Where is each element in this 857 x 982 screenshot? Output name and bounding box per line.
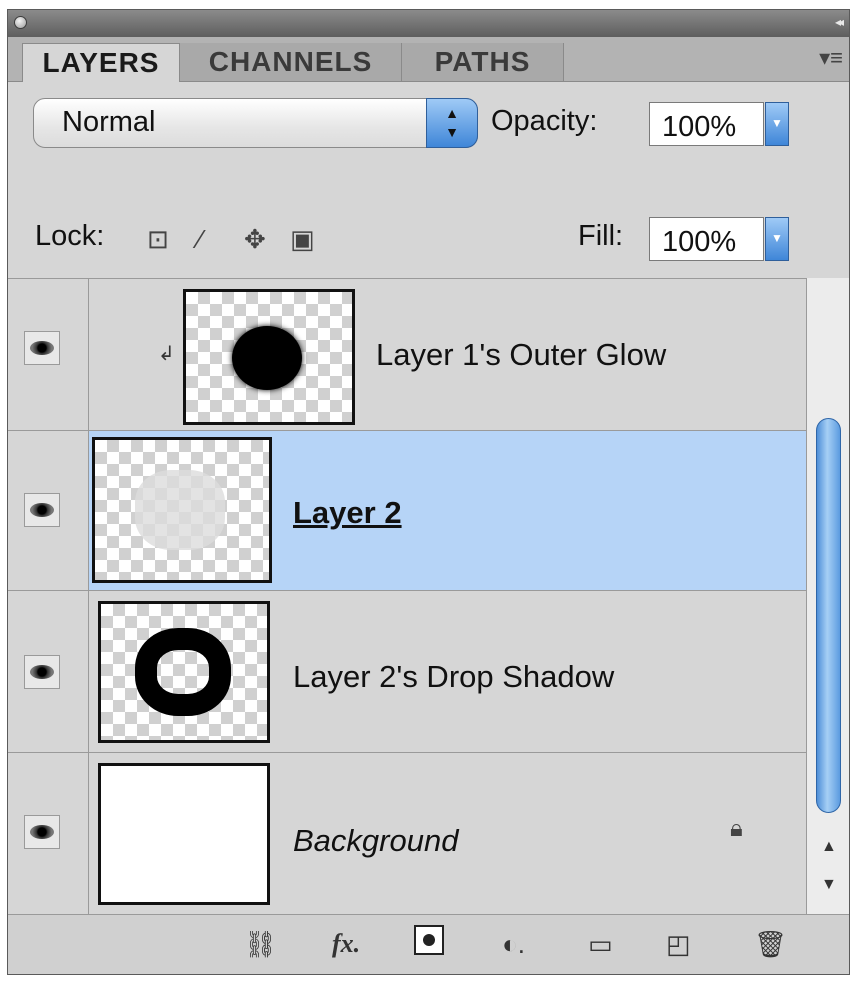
close-icon[interactable]	[14, 16, 27, 29]
scroll-down-icon[interactable]: ▼	[821, 876, 837, 894]
tab-channels[interactable]: CHANNELS	[180, 43, 402, 81]
ring-shape	[135, 628, 231, 716]
folder-icon[interactable]: ▭	[588, 929, 613, 960]
layer-thumbnail[interactable]	[183, 289, 355, 425]
lock-label: Lock:	[35, 220, 105, 252]
lock-brush-icon[interactable]: ⁄	[198, 224, 202, 255]
adjustment-icon[interactable]: ◐.	[502, 929, 525, 960]
fill-field[interactable]: 100%	[649, 217, 764, 261]
visibility-column	[8, 431, 89, 590]
eye-icon[interactable]	[24, 655, 60, 689]
scrollbar[interactable]: ▲ ▼	[806, 278, 849, 914]
fx-icon[interactable]: fx.	[332, 929, 360, 959]
scroll-up-icon[interactable]: ▲	[821, 838, 837, 856]
layer-row[interactable]: ↲ Layer 1's Outer Glow	[8, 279, 806, 431]
blend-mode-stepper-icon[interactable]: ▲ ▼	[426, 98, 478, 148]
panel-title-bar[interactable]: ◂◂	[8, 10, 849, 38]
lock-all-icon[interactable]: ▣	[290, 224, 315, 255]
eye-icon[interactable]	[24, 493, 60, 527]
mask-icon[interactable]	[414, 925, 444, 955]
opacity-field[interactable]: 100%	[649, 102, 764, 146]
layer-name[interactable]: Background	[293, 823, 458, 859]
panel-footer: ⛓ fx. ◐. ▭ ◰ 🗑︎	[8, 914, 849, 974]
blend-mode-value: Normal	[62, 106, 156, 138]
layer-row[interactable]: Background 🔒︎	[8, 753, 806, 915]
glow-shape	[232, 326, 302, 390]
lock-icon: 🔒︎	[730, 815, 743, 842]
collapse-icon[interactable]: ◂◂	[835, 15, 844, 29]
layer-list: ↲ Layer 1's Outer Glow Layer 2 Layer 2's…	[8, 278, 806, 915]
visibility-column	[8, 753, 89, 915]
eye-icon[interactable]	[24, 815, 60, 849]
fill-label: Fill:	[578, 220, 624, 252]
layer-name[interactable]: Layer 1's Outer Glow	[376, 337, 666, 373]
layer-row-selected[interactable]: Layer 2	[8, 431, 806, 591]
visibility-column	[8, 279, 89, 430]
layer-row[interactable]: Layer 2's Drop Shadow	[8, 591, 806, 753]
trash-icon[interactable]: 🗑︎	[754, 929, 787, 960]
scroll-thumb[interactable]	[816, 418, 841, 813]
eye-icon[interactable]	[24, 331, 60, 365]
blend-mode-select[interactable]: Normal ▲ ▼	[33, 98, 478, 148]
visibility-column	[8, 591, 89, 752]
layer-name[interactable]: Layer 2's Drop Shadow	[293, 659, 614, 695]
layer-thumbnail[interactable]	[98, 601, 270, 743]
flower-shape	[135, 470, 225, 550]
tab-paths[interactable]: PATHS	[402, 43, 564, 81]
link-icon[interactable]: ⛓	[244, 929, 277, 960]
panel-menu-icon[interactable]: ▾≡	[819, 45, 843, 71]
layer-name[interactable]: Layer 2	[293, 495, 402, 531]
opacity-dropdown-icon[interactable]: ▼	[765, 102, 789, 146]
new-layer-icon[interactable]: ◰	[666, 929, 691, 960]
layer-thumbnail[interactable]	[92, 437, 272, 583]
lock-transparent-icon[interactable]: ⊡	[147, 224, 169, 255]
lock-move-icon[interactable]: ✥	[244, 224, 266, 255]
opacity-label: Opacity:	[491, 105, 598, 137]
fill-dropdown-icon[interactable]: ▼	[765, 217, 789, 261]
tab-layers[interactable]: LAYERS	[22, 43, 180, 82]
tab-bar: LAYERS CHANNELS PATHS ▾≡	[8, 37, 849, 82]
layer-thumbnail[interactable]	[98, 763, 270, 905]
layers-panel: ◂◂ LAYERS CHANNELS PATHS ▾≡ Normal ▲ ▼ Op…	[7, 9, 850, 975]
clip-arrow-icon: ↲	[158, 343, 175, 365]
